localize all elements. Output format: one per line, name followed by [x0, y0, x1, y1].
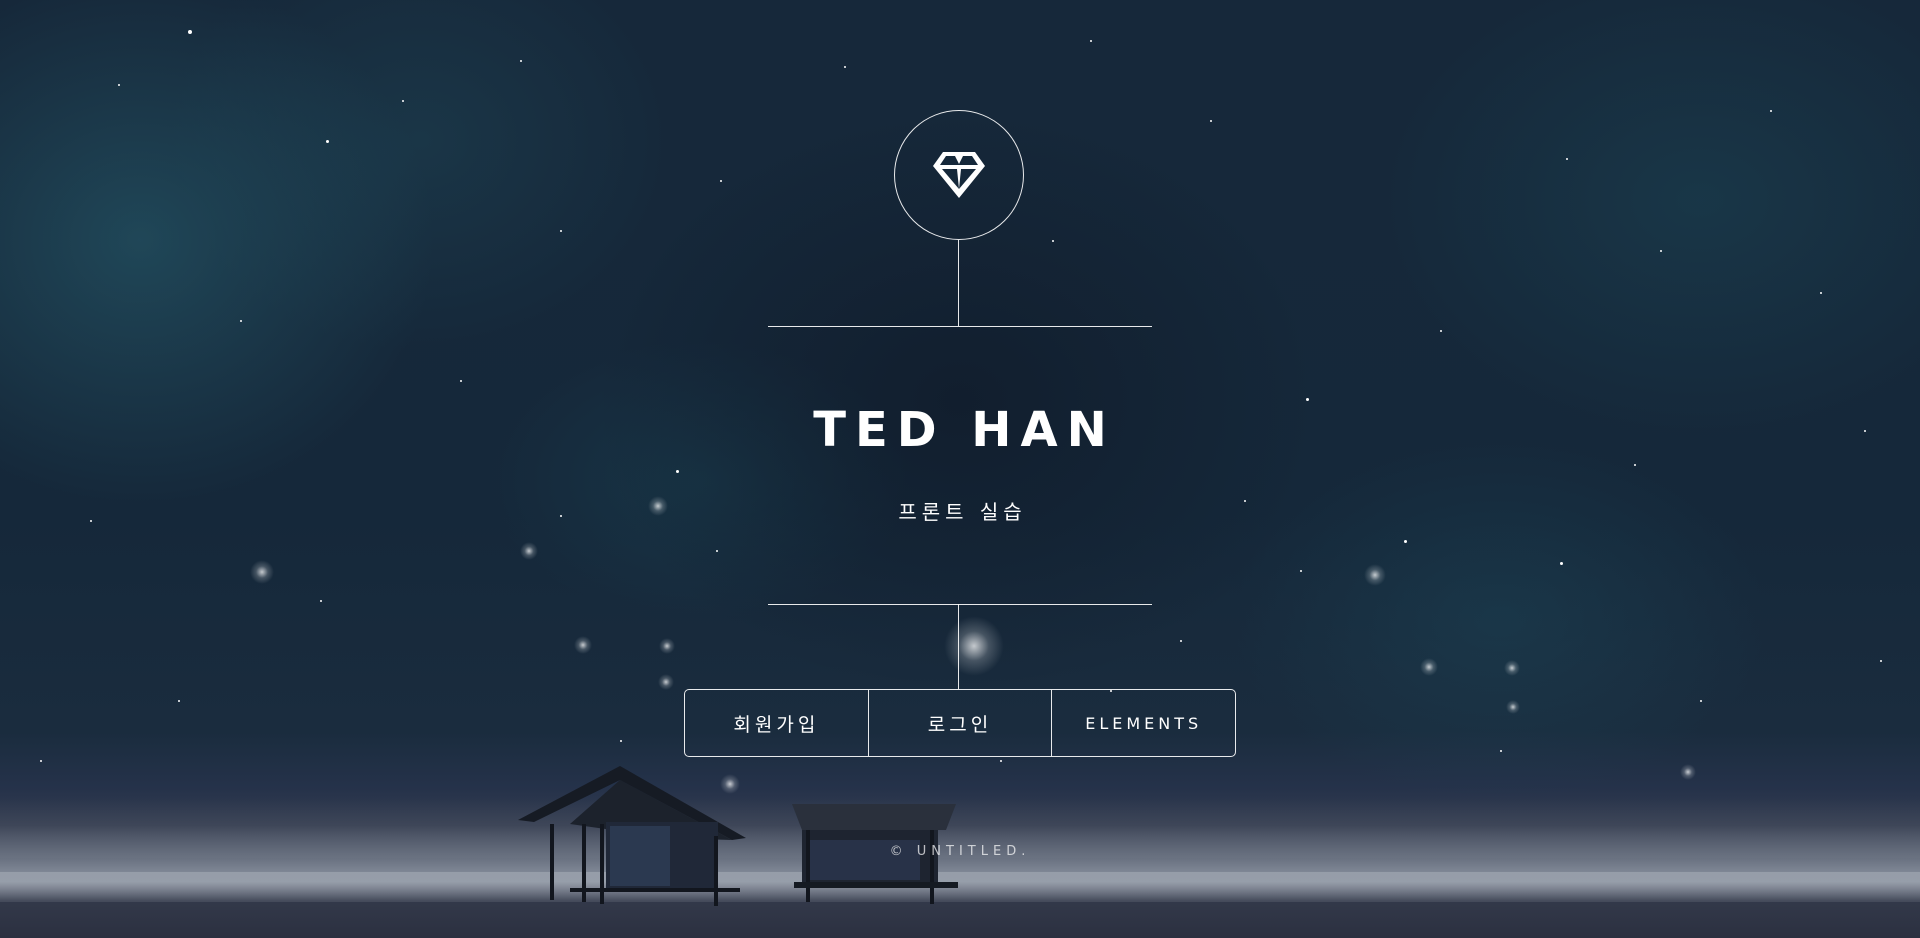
star — [320, 600, 322, 602]
hut-window — [610, 826, 670, 886]
star — [118, 84, 120, 86]
star — [1180, 640, 1182, 642]
star — [560, 515, 562, 517]
nav-login-button[interactable]: 로그인 — [867, 690, 1052, 756]
divider-top — [768, 326, 1152, 327]
star — [1634, 464, 1636, 466]
hut-post — [806, 830, 810, 902]
star — [1500, 750, 1502, 752]
nav-signup-button[interactable]: 회원가입 — [685, 690, 868, 756]
star — [178, 700, 180, 702]
glowing-star — [944, 616, 1004, 676]
star — [40, 760, 42, 762]
star — [1566, 158, 1568, 160]
glowing-star — [1680, 764, 1696, 780]
star — [1440, 330, 1442, 332]
star — [402, 100, 404, 102]
glowing-star — [658, 674, 674, 690]
footer-copyright: © UNTITLED. — [889, 844, 1031, 859]
star — [676, 470, 679, 473]
glowing-star — [1504, 660, 1520, 676]
star — [1770, 110, 1772, 112]
hut-post — [930, 830, 934, 904]
hut-post — [714, 836, 718, 906]
hut-post — [550, 824, 554, 900]
star — [326, 140, 329, 143]
connector-line-bottom — [958, 604, 959, 689]
background-scene: TED HAN 프론트 실습 회원가입 로그인 ELEMENTS © UNTIT… — [0, 0, 1920, 938]
stilt-huts-silhouette — [518, 766, 958, 906]
star — [90, 520, 92, 522]
star — [1244, 500, 1246, 502]
hut-deck — [794, 882, 958, 888]
star — [1864, 430, 1866, 432]
nav-elements-button[interactable]: ELEMENTS — [1051, 690, 1235, 756]
logo — [894, 110, 1024, 240]
glowing-star — [520, 542, 538, 560]
star — [1300, 570, 1302, 572]
star — [1090, 40, 1092, 42]
glowing-star — [1420, 658, 1438, 676]
star — [1700, 700, 1702, 702]
star — [1880, 660, 1882, 662]
glowing-star — [1506, 700, 1520, 714]
glowing-star — [1364, 564, 1386, 586]
star — [460, 380, 462, 382]
site-subtitle: 프론트 실습 — [898, 500, 1027, 524]
glowing-star — [574, 636, 592, 654]
diamond-icon — [933, 152, 985, 198]
star — [520, 60, 522, 62]
site-title: TED HAN — [813, 402, 1116, 458]
glowing-star — [250, 560, 274, 584]
glowing-star — [648, 496, 668, 516]
hut-deck — [570, 888, 740, 892]
star — [1560, 562, 1563, 565]
hut-roof — [792, 804, 956, 830]
star — [560, 230, 562, 232]
star — [1660, 250, 1662, 252]
star — [240, 320, 242, 322]
star — [188, 30, 192, 34]
star — [620, 740, 622, 742]
star — [716, 550, 718, 552]
star — [1210, 120, 1212, 122]
star — [844, 66, 846, 68]
divider-bottom — [768, 604, 1152, 605]
star — [720, 180, 722, 182]
star — [1404, 540, 1407, 543]
main-nav: 회원가입 로그인 ELEMENTS — [684, 689, 1236, 757]
star — [1820, 292, 1822, 294]
star — [1306, 398, 1309, 401]
glowing-star — [659, 638, 675, 654]
star — [1052, 240, 1054, 242]
connector-line-top — [958, 240, 959, 326]
